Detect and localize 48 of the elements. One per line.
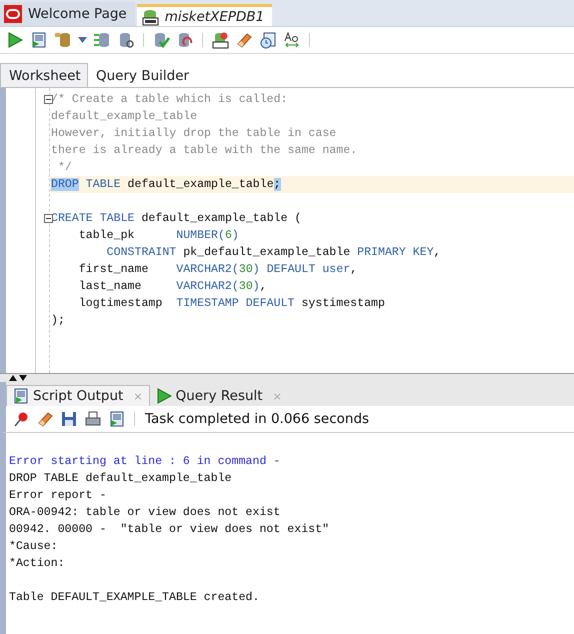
database-icon[interactable] <box>54 31 72 49</box>
save-icon[interactable] <box>60 410 78 428</box>
print-icon[interactable] <box>84 410 102 428</box>
pin-icon[interactable] <box>12 410 30 428</box>
code-line: ); <box>50 313 66 329</box>
code-line: logtimestamp TIMESTAMP DEFAULT systimestamp <box>78 296 386 312</box>
commit-icon[interactable] <box>152 31 170 49</box>
eraser-icon[interactable] <box>36 410 54 428</box>
collapse-icon[interactable] <box>44 214 53 223</box>
oracle-logo-icon <box>4 5 22 23</box>
code-line: table_pk NUMBER(6) <box>78 228 240 244</box>
worksheet-tab[interactable]: Query Builder <box>88 64 198 87</box>
editor-tab[interactable]: misketXEPDB1 <box>136 4 272 26</box>
code-line: first_name VARCHAR2(30) DEFAULT user, <box>78 262 358 278</box>
eraser-icon[interactable] <box>235 31 253 49</box>
database-icon[interactable] <box>117 31 135 49</box>
run-icon[interactable] <box>156 388 172 404</box>
database-sql-icon <box>140 8 159 26</box>
collapse-icon[interactable] <box>44 95 53 104</box>
output-line: Table DEFAULT_EXAMPLE_TABLE created. <box>9 590 260 606</box>
rollback-icon[interactable] <box>176 31 194 49</box>
status-text: Task completed in 0.066 seconds <box>145 411 370 427</box>
code-line: there is already a table with the same name. <box>50 143 358 159</box>
format-icon[interactable] <box>283 31 301 49</box>
caret-icon[interactable] <box>78 37 87 43</box>
editor-tab[interactable]: Welcome Page <box>0 2 135 26</box>
script-icon[interactable] <box>13 388 29 404</box>
code-line: */ <box>56 160 73 176</box>
script-icon[interactable] <box>108 410 126 428</box>
code-line: last_name VARCHAR2(30), <box>78 279 268 295</box>
output-line: DROP TABLE default_example_table <box>9 471 233 487</box>
output-line: 00942. 00000 - "table or view does not exist" <box>9 522 330 538</box>
history-icon[interactable] <box>259 31 277 49</box>
output-line: *Action: <box>9 556 66 572</box>
collapse-arrows-icon[interactable] <box>8 375 28 381</box>
output-tab[interactable]: Query Result × <box>150 386 288 406</box>
output-line: ORA-00942: table or view does not exist <box>9 505 282 521</box>
output-line: Error starting at line : 6 in command - <box>9 454 282 470</box>
script-icon[interactable] <box>30 31 48 49</box>
output-tab[interactable]: Script Output × <box>6 385 150 406</box>
code-line: default_example_table <box>50 109 198 125</box>
output-line: Error report - <box>9 488 108 504</box>
worksheet-tab[interactable]: Worksheet <box>0 63 88 87</box>
run-icon[interactable] <box>6 31 24 49</box>
output-line: *Cause: <box>9 539 59 555</box>
code-line: CONSTRAINT pk_default_example_table PRIMARY KEY, <box>106 245 442 261</box>
database-sql-icon[interactable] <box>211 31 229 49</box>
code-line: However, initially drop the table in case <box>50 126 338 142</box>
